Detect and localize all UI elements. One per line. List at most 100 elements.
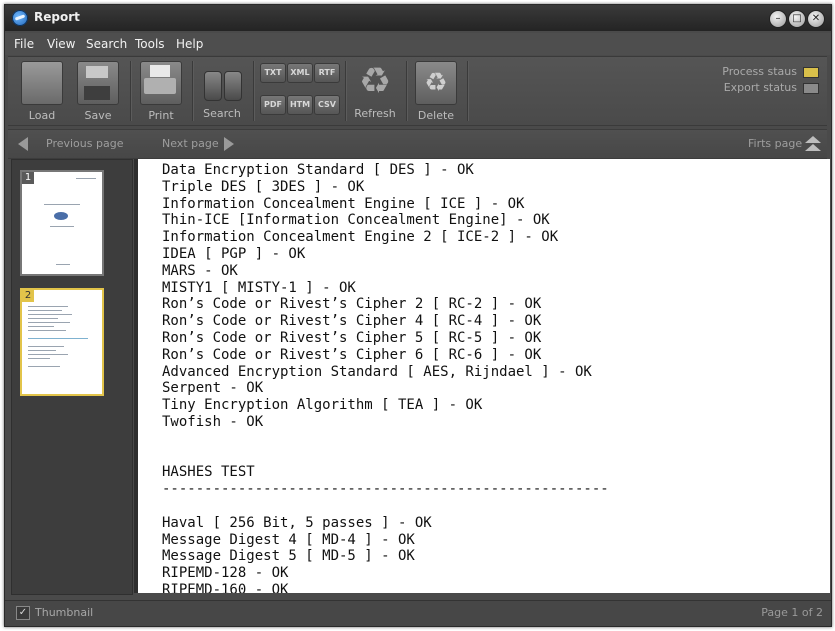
menu-help[interactable]: Help bbox=[176, 37, 203, 51]
thumbnail-text-line bbox=[28, 358, 50, 359]
report-line: ----------------------------------------… bbox=[162, 481, 609, 498]
export-status-label: Export status bbox=[723, 81, 797, 94]
load-button[interactable]: Load bbox=[16, 61, 68, 123]
print-button[interactable]: Print bbox=[135, 61, 187, 123]
report-line: Tiny Encryption Algorithm [ TEA ] - OK bbox=[162, 397, 483, 414]
search-button[interactable]: Search bbox=[196, 61, 248, 123]
export-rtf-button[interactable]: RTF bbox=[314, 63, 340, 83]
export-status: Export status bbox=[722, 81, 819, 97]
save-button[interactable]: Save bbox=[72, 61, 124, 123]
refresh-label: Refresh bbox=[354, 107, 396, 120]
report-line: Advanced Encryption Standard [ AES, Rijn… bbox=[162, 363, 592, 380]
thumbnail-text-line bbox=[28, 350, 56, 351]
report-window: Report – □ ✕ File View Search Tools Help… bbox=[4, 4, 832, 627]
app-logo-icon bbox=[12, 10, 28, 26]
delete-button[interactable]: ♻ Delete bbox=[410, 61, 462, 123]
thumbnail-text-line bbox=[76, 178, 96, 179]
export-csv-button[interactable]: CSV bbox=[314, 95, 340, 115]
process-status-label: Process staus bbox=[722, 65, 797, 78]
menu-search[interactable]: Search bbox=[86, 37, 127, 51]
thumbnail-checkbox-label[interactable]: Thumbnail bbox=[35, 606, 93, 619]
menu-file[interactable]: File bbox=[14, 37, 34, 51]
maximize-button[interactable]: □ bbox=[788, 10, 806, 28]
thumbnail-text-line bbox=[28, 314, 72, 315]
report-line: IDEA [ PGP ] - OK bbox=[162, 245, 306, 262]
window-title: Report bbox=[34, 10, 80, 24]
thumbnail-text-line bbox=[28, 366, 60, 367]
thumbnail-text-line bbox=[44, 204, 80, 205]
report-line: RIPEMD-160 - OK bbox=[162, 581, 289, 593]
export-pdf-button[interactable]: PDF bbox=[260, 95, 286, 115]
minimize-button[interactable]: – bbox=[769, 10, 787, 28]
thumbnail-pane[interactable]: 1 2 bbox=[11, 159, 133, 595]
report-line: RIPEMD-128 - OK bbox=[162, 565, 289, 582]
report-line: Message Digest 5 [ MD-5 ] - OK bbox=[162, 548, 415, 565]
report-line: Haval [ 256 Bit, 5 passes ] - OK bbox=[162, 514, 432, 531]
menu-view[interactable]: View bbox=[47, 37, 75, 51]
title-bar[interactable]: Report – □ ✕ bbox=[5, 5, 831, 31]
thumbnail-text-line bbox=[28, 354, 68, 355]
thumbnail-text-line bbox=[28, 326, 54, 327]
recycle-icon: ♻ bbox=[358, 61, 392, 102]
thumbnail-text-line bbox=[50, 226, 74, 227]
toolbar-divider bbox=[192, 61, 194, 121]
thumbnail-text-line bbox=[28, 338, 88, 339]
report-line: Serpent - OK bbox=[162, 380, 264, 397]
report-line: Message Digest 4 [ MD-4 ] - OK bbox=[162, 531, 415, 548]
thumbnail-text-line bbox=[28, 306, 68, 307]
trash-icon: ♻ bbox=[415, 61, 457, 105]
toolbar-divider bbox=[345, 61, 347, 121]
double-chevron-up-icon[interactable] bbox=[805, 135, 821, 153]
print-label: Print bbox=[148, 109, 174, 122]
export-txt-button[interactable]: TXT bbox=[260, 63, 286, 83]
next-page-link[interactable]: Next page bbox=[162, 137, 219, 150]
page-thumbnail-selected[interactable]: 2 bbox=[20, 288, 104, 396]
report-line: Ron’s Code or Rivest’s Cipher 2 [ RC-2 ]… bbox=[162, 296, 542, 313]
report-line: HASHES TEST bbox=[162, 464, 255, 481]
load-label: Load bbox=[28, 109, 56, 122]
report-line: Ron’s Code or Rivest’s Cipher 6 [ RC-6 ]… bbox=[162, 346, 542, 363]
page-thumbnail[interactable]: 1 bbox=[20, 170, 104, 276]
process-status: Process staus bbox=[722, 65, 819, 81]
report-line: Information Concealment Engine [ ICE ] -… bbox=[162, 195, 525, 212]
toolbar-divider bbox=[253, 61, 255, 121]
export-htm-button[interactable]: HTM bbox=[287, 95, 313, 115]
thumbnail-logo-icon bbox=[54, 212, 68, 220]
previous-page-link[interactable]: Previous page bbox=[46, 137, 123, 150]
report-line: Information Concealment Engine 2 [ ICE-2… bbox=[162, 229, 559, 246]
report-text: Data Encryption Standard [ DES ] - OK Tr… bbox=[162, 162, 609, 593]
report-line: Ron’s Code or Rivest’s Cipher 4 [ RC-4 ]… bbox=[162, 313, 542, 330]
thumbnail-text-line bbox=[28, 310, 62, 311]
toolbar-divider bbox=[406, 61, 408, 121]
menu-tools[interactable]: Tools bbox=[135, 37, 165, 51]
thumbnail-number: 1 bbox=[22, 172, 34, 184]
report-line: MISTY1 [ MISTY-1 ] - OK bbox=[162, 279, 356, 296]
report-line: Triple DES [ 3DES ] - OK bbox=[162, 178, 365, 195]
search-label: Search bbox=[203, 107, 241, 120]
thumbnail-text-line bbox=[28, 346, 64, 347]
toolbar-divider bbox=[467, 61, 469, 121]
floppy-disk-icon bbox=[77, 61, 119, 105]
arrow-left-icon[interactable] bbox=[18, 137, 28, 151]
close-button[interactable]: ✕ bbox=[807, 10, 825, 28]
status-panel: Process staus Export status bbox=[722, 65, 819, 97]
delete-label: Delete bbox=[417, 109, 455, 122]
status-bar: ✓ Thumbnail Page 1 of 2 bbox=[5, 600, 831, 626]
thumbnail-text-line bbox=[56, 264, 70, 265]
export-status-indicator bbox=[803, 82, 819, 94]
page-navigation-bar: Previous page Next page Firts page bbox=[8, 129, 827, 159]
save-label: Save bbox=[84, 109, 112, 122]
thumbnail-checkbox[interactable]: ✓ bbox=[16, 606, 30, 620]
binoculars-icon bbox=[202, 61, 242, 103]
toolbar: Load Save Print Search TXT XML RTF PDF H… bbox=[8, 56, 827, 126]
refresh-button[interactable]: ♻ Refresh bbox=[349, 61, 401, 123]
report-line: Data Encryption Standard [ DES ] - OK bbox=[162, 162, 474, 178]
menu-bar: File View Search Tools Help bbox=[5, 33, 831, 55]
thumbnail-text-line bbox=[28, 318, 58, 319]
report-line: Thin-ICE [Information Concealment Engine… bbox=[162, 212, 550, 229]
first-page-link[interactable]: Firts page bbox=[748, 137, 802, 150]
thumbnail-number: 2 bbox=[22, 290, 34, 302]
export-xml-button[interactable]: XML bbox=[287, 63, 313, 83]
report-document-view[interactable]: Data Encryption Standard [ DES ] - OK Tr… bbox=[134, 159, 830, 593]
arrow-right-icon[interactable] bbox=[224, 137, 234, 151]
